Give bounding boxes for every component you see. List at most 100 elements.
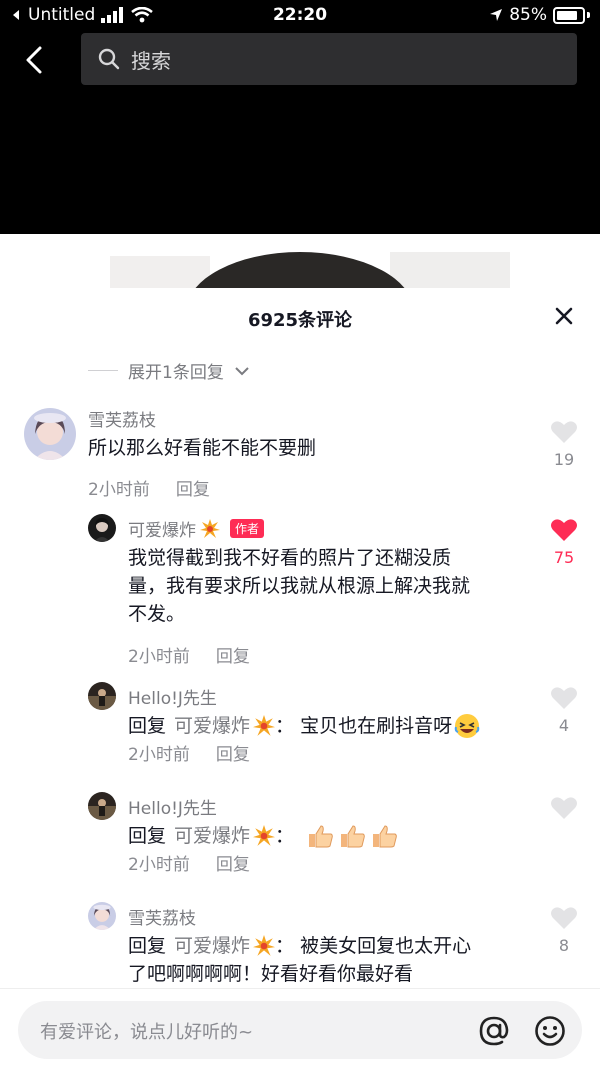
comment-time: 2小时前 xyxy=(128,647,190,667)
laughing-emoji-icon xyxy=(454,714,480,738)
reply-button[interactable]: 回复 xyxy=(216,740,250,765)
comment-text: 所以那么好看能不能不要删 xyxy=(88,437,317,459)
reply-button[interactable]: 回复 xyxy=(216,642,250,667)
mention-link[interactable]: 可爱爆炸 xyxy=(174,712,250,740)
comment-meta: 2小时前 回复 xyxy=(88,475,210,500)
expand-replies-label: 展开1条回复 xyxy=(128,363,224,383)
thumbs-up-emoji-icon xyxy=(309,825,333,848)
explosion-emoji-icon xyxy=(253,825,276,846)
search-input[interactable]: 搜索 xyxy=(81,33,577,85)
like-count: 8 xyxy=(558,936,570,955)
video-preview xyxy=(0,234,600,288)
comment-time: 2小时前 xyxy=(128,745,190,765)
avatar-image xyxy=(88,792,116,820)
search-icon xyxy=(98,48,120,70)
comment-meta: 2小时前 回复 xyxy=(128,642,250,667)
comment-text: 回复 可爱爆炸 ： 被美女回复也太开心 了吧啊啊啊啊！好看好看你最好看 xyxy=(128,932,548,988)
mention-button[interactable] xyxy=(478,1015,510,1054)
at-icon xyxy=(479,1016,509,1046)
video-bg-left xyxy=(110,256,210,288)
like-button[interactable]: 4 xyxy=(550,686,578,735)
comment-text-line: 不发。 xyxy=(128,603,186,625)
battery-percent: 85% xyxy=(509,5,547,25)
location-icon xyxy=(490,9,503,21)
thumbs-up-emoji-icon xyxy=(373,825,397,848)
avatar-image xyxy=(88,682,116,710)
status-bar: Untitled 22:20 85% xyxy=(0,0,600,32)
avatar-image xyxy=(88,902,116,930)
comment-sheet: 6925条评论 展开1条回复 雪芙荔枝 所以那么好看能不能不要删 2小时前 回复 xyxy=(0,288,600,1066)
like-count: 19 xyxy=(553,450,575,469)
thumbs-up-emoji-icon xyxy=(341,825,365,848)
expand-replies-button[interactable]: 展开1条回复 xyxy=(88,358,250,383)
video-subject xyxy=(186,252,414,288)
chevron-down-icon xyxy=(235,366,249,375)
reply-button[interactable]: 回复 xyxy=(176,475,210,500)
heart-icon xyxy=(551,687,577,709)
chevron-left-icon xyxy=(26,46,42,74)
avatar-image xyxy=(24,408,76,460)
comment-body: ： 宝贝也在刷抖音呀 xyxy=(275,715,453,737)
explosion-emoji-icon xyxy=(253,935,276,956)
commenter-name[interactable]: Hello!J先生 xyxy=(128,684,217,709)
comment-text-line: 我觉得截到我不好看的照片了还糊没质 xyxy=(128,547,452,569)
like-button[interactable]: 19 xyxy=(550,420,578,469)
comment-time: 2小时前 xyxy=(128,855,190,875)
avatar[interactable] xyxy=(88,902,116,930)
comment-input[interactable]: 有爱评论，说点儿好听的~ xyxy=(18,1001,582,1059)
comment-text: 我觉得截到我不好看的照片了还糊没质 量，我有要求所以我就从根源上解决我就 不发。 xyxy=(128,544,548,628)
like-button[interactable]: 8 xyxy=(550,906,578,955)
heart-icon xyxy=(551,797,577,819)
comment-input-bar: 有爱评论，说点儿好听的~ xyxy=(0,988,600,1067)
commenter-name-row: 可爱爆炸 作者 xyxy=(128,516,265,541)
reply-prefix: 回复 xyxy=(128,715,167,737)
battery-icon xyxy=(553,6,585,24)
commenter-name[interactable]: 可爱爆炸 xyxy=(128,516,196,541)
close-icon xyxy=(555,307,573,325)
avatar[interactable] xyxy=(88,682,116,710)
emoji-button[interactable] xyxy=(534,1015,566,1047)
like-button[interactable] xyxy=(550,796,578,824)
reply-button[interactable]: 回复 xyxy=(216,850,250,875)
comment-meta: 2小时前 回复 xyxy=(128,850,250,875)
comment-body: ： 被美女回复也太开心 xyxy=(275,935,472,957)
divider-line xyxy=(88,370,118,371)
like-count: 4 xyxy=(558,716,570,735)
search-placeholder: 搜索 xyxy=(131,48,171,73)
like-count: 75 xyxy=(553,548,575,567)
avatar[interactable] xyxy=(24,408,76,460)
commenter-name[interactable]: 雪芙荔枝 xyxy=(88,406,156,431)
smiley-icon xyxy=(535,1016,565,1046)
commenter-name[interactable]: Hello!J先生 xyxy=(128,794,217,819)
mention-link[interactable]: 可爱爆炸 xyxy=(174,822,250,850)
comment-time: 2小时前 xyxy=(88,480,150,500)
close-button[interactable] xyxy=(552,304,576,328)
explosion-emoji-icon xyxy=(253,715,276,736)
comment-count-title: 6925条评论 xyxy=(247,310,353,331)
heart-icon xyxy=(551,421,577,443)
reply-prefix: 回复 xyxy=(128,935,167,957)
avatar[interactable] xyxy=(88,792,116,820)
comment-text-line: 回复 可爱爆炸 ： 被美女回复也太开心 xyxy=(128,932,548,960)
avatar[interactable] xyxy=(88,514,116,542)
like-button[interactable]: 75 xyxy=(550,518,578,567)
comment-meta: 2小时前 回复 xyxy=(128,740,250,765)
comment-body: ： xyxy=(275,825,295,847)
heart-icon xyxy=(551,907,577,929)
comment-input-placeholder: 有爱评论，说点儿好听的~ xyxy=(40,1022,254,1043)
status-right: 85% xyxy=(489,5,590,25)
video-bg-right xyxy=(390,252,510,288)
commenter-name[interactable]: 雪芙荔枝 xyxy=(128,904,196,929)
avatar-image xyxy=(88,514,116,542)
battery-tip xyxy=(587,12,590,18)
thumbs-up-emojis xyxy=(308,824,398,848)
author-badge: 作者 xyxy=(230,519,265,538)
comment-text-line: 量，我有要求所以我就从根源上解决我就 xyxy=(128,575,471,597)
heart-filled-icon xyxy=(551,519,577,541)
reply-prefix: 回复 xyxy=(128,825,167,847)
explosion-emoji-icon xyxy=(200,518,220,538)
mention-link[interactable]: 可爱爆炸 xyxy=(174,932,250,960)
comment-text: 回复 可爱爆炸 ： 宝贝也在刷抖音呀 xyxy=(128,712,480,740)
back-button[interactable] xyxy=(18,40,50,80)
comment-text-line: 了吧啊啊啊啊！好看好看你最好看 xyxy=(128,963,414,985)
